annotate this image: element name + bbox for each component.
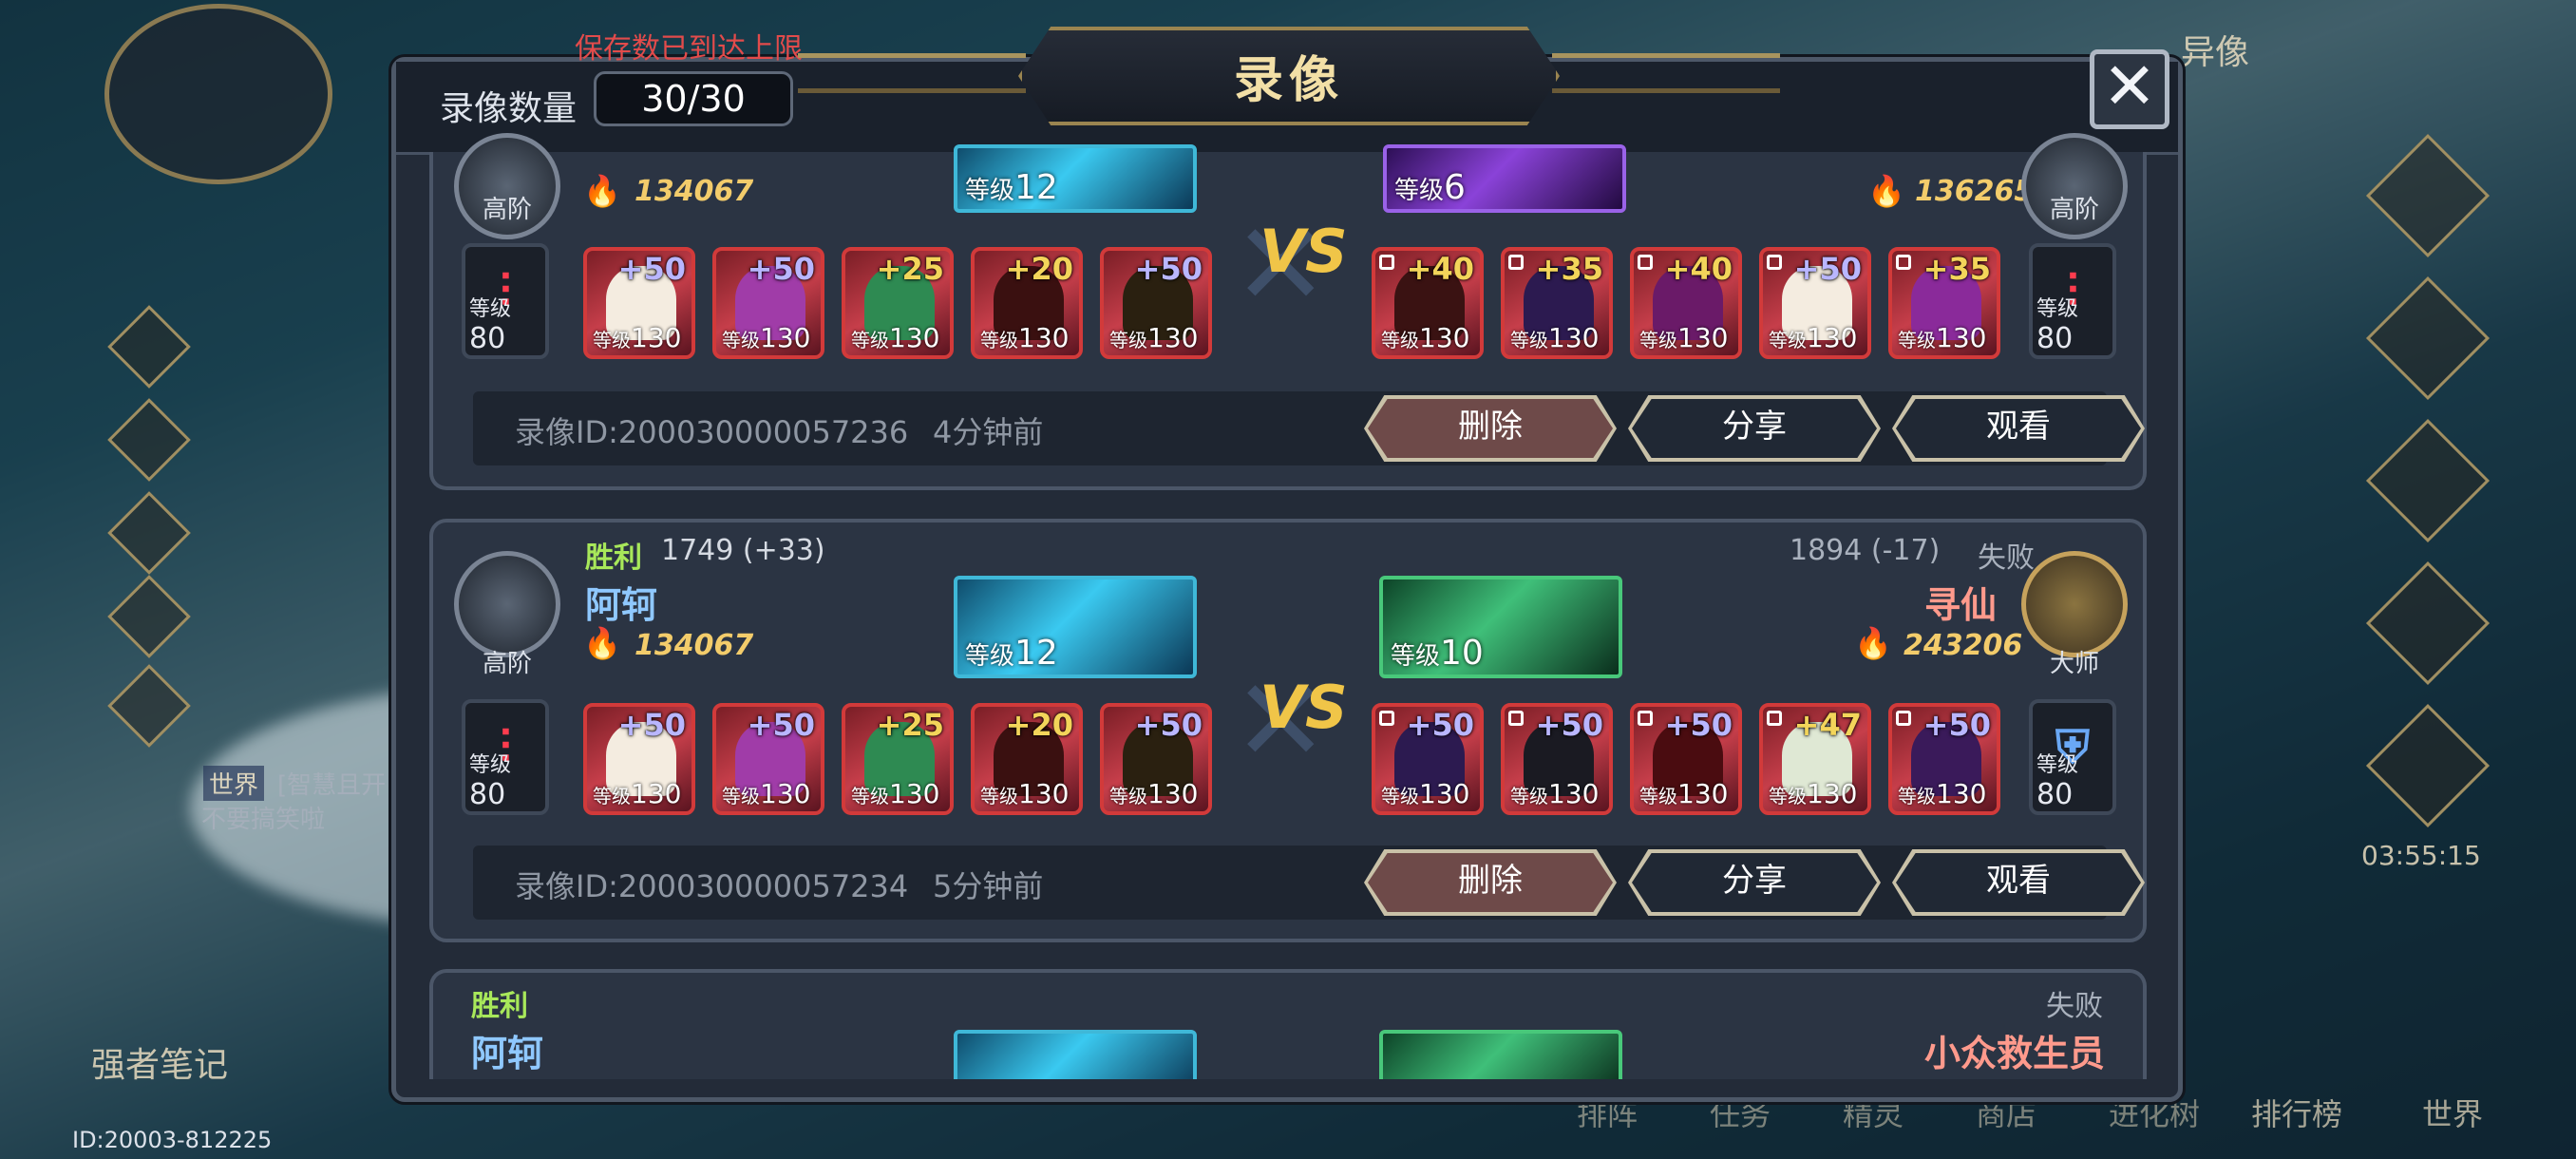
right-power: 243206 bbox=[1904, 629, 2023, 662]
rank-badge-icon bbox=[454, 551, 560, 657]
left-rank: 高阶 bbox=[482, 650, 532, 678]
watch-button[interactable]: 观看 bbox=[1892, 849, 2145, 916]
top-right-label[interactable]: 异像 bbox=[2181, 25, 2249, 74]
share-button[interactable]: 分享 bbox=[1628, 395, 1881, 462]
replay-record: 高阶 🔥 134067 等级12 等级6 🔥 136265 高阶 ⫶ 等级80 +… bbox=[429, 133, 2147, 490]
right-player-name[interactable]: 寻仙 bbox=[1924, 576, 1997, 628]
chat-line: 不要搞笑啦 bbox=[201, 806, 326, 834]
share-button[interactable]: 分享 bbox=[1628, 849, 1881, 916]
hero-icon[interactable]: +50 等级130 bbox=[712, 703, 824, 815]
left-symbol-icon[interactable]: ⫶ 等级80 bbox=[462, 243, 549, 359]
watch-button[interactable]: 观看 bbox=[1892, 395, 2145, 462]
left-pet-icon[interactable]: 等级12 bbox=[954, 144, 1197, 213]
replay-record: 胜利 失败 阿轲 小众救生员 bbox=[429, 969, 2147, 1079]
tab-world[interactable]: 世界 bbox=[2422, 1091, 2483, 1134]
replay-info-bar: 录像ID:200030000057234 5分钟前 删除 分享 观看 bbox=[473, 846, 2145, 920]
hero-icon[interactable]: +50 等级130 bbox=[583, 703, 695, 815]
replay-count-value: 30/30 bbox=[594, 71, 793, 126]
right-symbol-icon[interactable]: ⫶ 等级80 bbox=[2029, 243, 2116, 359]
replay-id: 录像ID:200030000057234 bbox=[515, 868, 909, 904]
timer-text: 03:55:15 bbox=[2361, 840, 2481, 871]
title-ornament-left bbox=[798, 53, 1026, 93]
right-symbol-icon[interactable]: ⛨ 等级80 bbox=[2029, 699, 2116, 815]
bottom-left-label[interactable]: 强者笔记 bbox=[91, 1037, 228, 1087]
left-pet-icon[interactable]: 等级12 bbox=[954, 576, 1197, 678]
left-power: 134067 bbox=[635, 175, 754, 208]
hero-icon[interactable]: +50 等级130 bbox=[1372, 703, 1484, 815]
replay-time: 4分钟前 bbox=[933, 414, 1044, 450]
master-rank-badge-icon bbox=[2021, 551, 2128, 657]
compass-icon[interactable] bbox=[104, 4, 332, 184]
right-pet-icon[interactable]: 等级10 bbox=[1379, 576, 1622, 678]
limit-warning: 保存数已到达上限 bbox=[575, 32, 803, 66]
right-result: 失败 bbox=[2046, 990, 2103, 1023]
right-player-name[interactable]: 小众救生员 bbox=[1924, 1024, 2105, 1076]
right-rank: 大师 bbox=[2049, 650, 2099, 678]
hero-icon[interactable]: +50 等级130 bbox=[712, 247, 824, 359]
hero-icon[interactable]: +50 等级130 bbox=[583, 247, 695, 359]
left-power: 134067 bbox=[635, 629, 754, 662]
pet-level: 等级12 bbox=[965, 168, 1058, 207]
right-score: 1894 (-17) bbox=[1790, 534, 1941, 567]
left-score: 1749 (+33) bbox=[661, 534, 825, 567]
hero-icon[interactable]: +50 等级130 bbox=[1501, 703, 1613, 815]
hero-icon[interactable]: +50 等级130 bbox=[1100, 247, 1212, 359]
right-pet-icon[interactable] bbox=[1379, 1030, 1622, 1079]
hero-icon[interactable]: +20 等级130 bbox=[971, 703, 1083, 815]
panel-title: 录像 bbox=[1233, 52, 1344, 109]
replay-id: 录像ID:200030000057236 bbox=[515, 414, 909, 450]
chat-line: [智慧且开 bbox=[277, 771, 387, 800]
replay-record: 胜利 1749 (+33) 1894 (-17) 失败 高阶 阿轲 🔥 1340… bbox=[429, 519, 2147, 942]
hero-icon[interactable]: +50 等级130 bbox=[1888, 703, 2000, 815]
right-pet-icon[interactable]: 等级6 bbox=[1383, 144, 1626, 213]
left-rank: 高阶 bbox=[482, 196, 532, 224]
hero-icon[interactable]: +40 等级130 bbox=[1372, 247, 1484, 359]
hero-icon[interactable]: +40 等级130 bbox=[1630, 247, 1742, 359]
power-flame-icon: 🔥 bbox=[1867, 173, 1905, 209]
vs-label: VS bbox=[1260, 217, 1348, 286]
hero-icon[interactable]: +35 等级130 bbox=[1501, 247, 1613, 359]
replay-info-bar: 录像ID:200030000057236 4分钟前 删除 分享 观看 bbox=[473, 391, 2145, 466]
player-id-footer: ID:20003-812225 bbox=[72, 1127, 273, 1153]
right-power: 136265 bbox=[1915, 175, 2035, 208]
right-result: 失败 bbox=[1978, 542, 2035, 575]
replay-count-label: 录像数量 bbox=[440, 89, 578, 128]
pet-level: 等级12 bbox=[965, 634, 1058, 673]
hero-icon[interactable]: +35 等级130 bbox=[1888, 247, 2000, 359]
left-symbol-icon[interactable]: ⫶ 等级80 bbox=[462, 699, 549, 815]
hero-icon[interactable]: +47 等级130 bbox=[1759, 703, 1871, 815]
close-button[interactable]: ✕ bbox=[2090, 49, 2169, 129]
hero-icon[interactable]: +20 等级130 bbox=[971, 247, 1083, 359]
power-flame-icon: 🔥 bbox=[583, 173, 621, 209]
power-flame-icon: 🔥 bbox=[583, 625, 621, 661]
hero-icon[interactable]: +50 等级130 bbox=[1759, 247, 1871, 359]
hero-icon[interactable]: +25 等级130 bbox=[842, 247, 954, 359]
left-result: 胜利 bbox=[471, 990, 528, 1023]
right-rank: 高阶 bbox=[2049, 196, 2099, 224]
delete-button[interactable]: 删除 bbox=[1364, 849, 1617, 916]
hero-icon[interactable]: +50 等级130 bbox=[1630, 703, 1742, 815]
left-result: 胜利 bbox=[585, 542, 642, 575]
delete-button[interactable]: 删除 bbox=[1364, 395, 1617, 462]
left-pet-icon[interactable] bbox=[954, 1030, 1197, 1079]
pet-level: 等级10 bbox=[1391, 634, 1484, 673]
title-ornament-right bbox=[1552, 53, 1780, 93]
vs-label: VS bbox=[1260, 673, 1348, 742]
left-player-name[interactable]: 阿轲 bbox=[471, 1024, 543, 1076]
tab-ranking[interactable]: 排行榜 bbox=[2251, 1091, 2342, 1134]
power-flame-icon: 🔥 bbox=[1854, 625, 1892, 661]
hero-icon[interactable]: +50 等级130 bbox=[1100, 703, 1212, 815]
chat-channel[interactable]: 世界 bbox=[203, 766, 265, 801]
hero-icon[interactable]: +25 等级130 bbox=[842, 703, 954, 815]
left-player-name[interactable]: 阿轲 bbox=[585, 576, 657, 628]
replay-time: 5分钟前 bbox=[933, 868, 1044, 904]
pet-level: 等级6 bbox=[1394, 168, 1466, 207]
